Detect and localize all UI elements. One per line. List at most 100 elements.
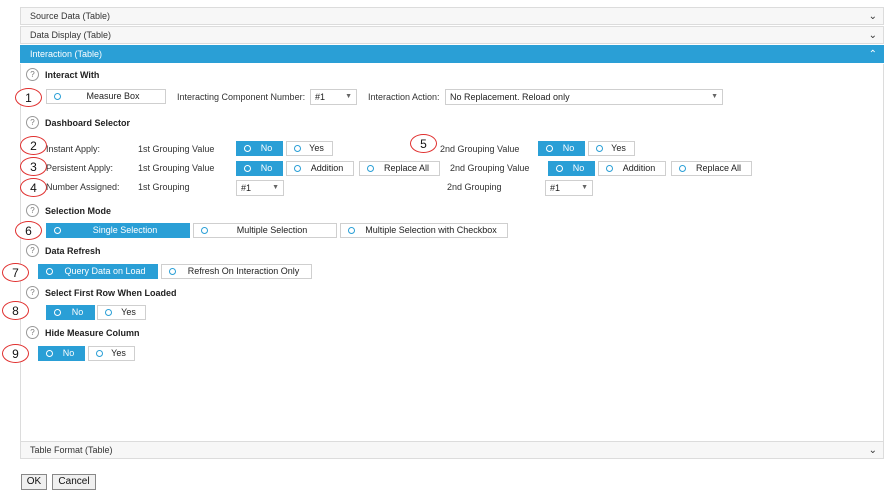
radio-icon	[46, 350, 53, 357]
help-icon[interactable]: ?	[26, 244, 39, 257]
option-label: Yes	[121, 307, 136, 317]
panel-data-display[interactable]: Data Display (Table) ⌄	[20, 26, 884, 44]
persistent-apply-g2-no[interactable]: No	[548, 161, 595, 176]
radio-icon	[367, 165, 374, 172]
radio-icon	[679, 165, 686, 172]
interaction-action-label: Interaction Action:	[368, 92, 440, 102]
radio-icon	[546, 145, 553, 152]
number-assigned-g2-label: 2nd Grouping	[447, 182, 502, 192]
section-title-interact-with: Interact With	[45, 70, 100, 80]
instant-apply-g1-label: 1st Grouping Value	[138, 144, 215, 154]
callout-1: 1	[15, 88, 42, 107]
help-icon[interactable]: ?	[26, 68, 39, 81]
panel-data-display-label: Data Display (Table)	[30, 30, 112, 40]
callout-7: 7	[2, 263, 29, 282]
instant-apply-g1-no[interactable]: No	[236, 141, 283, 156]
persistent-apply-g1-addition[interactable]: Addition	[286, 161, 354, 176]
option-label: Replace All	[695, 163, 742, 173]
option-label: No	[260, 163, 273, 173]
refresh-on-interaction-option[interactable]: Refresh On Interaction Only	[161, 264, 312, 279]
panel-table-format[interactable]: Table Format (Table) ⌄	[20, 441, 884, 459]
interaction-action-select[interactable]: No Replacement. Reload only ▼	[445, 89, 723, 105]
interacting-component-value: #1	[315, 92, 326, 102]
help-icon[interactable]: ?	[26, 204, 39, 217]
option-label: Yes	[611, 143, 626, 153]
panel-table-format-label: Table Format (Table)	[30, 445, 113, 455]
section-title-selection-mode: Selection Mode	[45, 206, 112, 216]
panel-interaction-label: Interaction (Table)	[30, 49, 103, 59]
option-label: Addition	[622, 163, 656, 173]
caret-down-icon: ▼	[711, 93, 718, 100]
option-label: No	[62, 348, 75, 358]
radio-icon	[556, 165, 563, 172]
instant-apply-g2-yes[interactable]: Yes	[588, 141, 635, 156]
callout-6: 6	[15, 221, 42, 240]
option-label: Query Data on Load	[64, 266, 146, 276]
interacting-component-select[interactable]: #1 ▼	[310, 89, 357, 105]
cancel-button[interactable]: Cancel	[52, 474, 96, 490]
panel-source-data[interactable]: Source Data (Table) ⌄	[20, 7, 884, 25]
caret-down-icon: ▼	[272, 184, 279, 191]
query-on-load-option[interactable]: Query Data on Load	[38, 264, 158, 279]
option-label: Yes	[111, 348, 126, 358]
select-first-row-no[interactable]: No	[46, 305, 95, 320]
caret-down-icon: ▼	[345, 93, 352, 100]
persistent-apply-g1-replace-all[interactable]: Replace All	[359, 161, 440, 176]
option-label: No	[260, 143, 273, 153]
option-label: Addition	[310, 163, 344, 173]
chevron-down-icon: ⌄	[868, 11, 877, 22]
option-label: No	[572, 163, 585, 173]
option-label: No	[562, 143, 575, 153]
callout-5: 5	[410, 134, 437, 153]
panel-interaction[interactable]: Interaction (Table) ⌃	[20, 45, 884, 63]
instant-apply-g1-yes[interactable]: Yes	[286, 141, 333, 156]
radio-icon	[348, 227, 355, 234]
number-assigned-g1-label: 1st Grouping	[138, 182, 190, 192]
measure-box-option[interactable]: Measure Box	[46, 89, 166, 104]
section-title-select-first-row: Select First Row When Loaded	[45, 288, 177, 298]
number-assigned-g1-select[interactable]: #1 ▼	[236, 180, 284, 196]
interaction-action-value: No Replacement. Reload only	[450, 92, 570, 102]
select-first-row-yes[interactable]: Yes	[97, 305, 146, 320]
option-label: Yes	[309, 143, 324, 153]
ok-button[interactable]: OK	[21, 474, 47, 490]
caret-down-icon: ▼	[581, 184, 588, 191]
section-title-data-refresh: Data Refresh	[45, 246, 101, 256]
instant-apply-g2-no[interactable]: No	[538, 141, 585, 156]
persistent-apply-label: Persistent Apply:	[46, 163, 114, 173]
chevron-up-icon: ⌃	[868, 49, 877, 60]
radio-icon	[96, 350, 103, 357]
radio-icon	[169, 268, 176, 275]
multiple-selection-checkbox-option[interactable]: Multiple Selection with Checkbox	[340, 223, 508, 238]
radio-icon	[606, 165, 613, 172]
callout-4: 4	[20, 178, 47, 197]
option-label: Replace All	[383, 163, 430, 173]
option-label: Multiple Selection	[236, 225, 308, 235]
single-selection-option[interactable]: Single Selection	[46, 223, 190, 238]
multiple-selection-option[interactable]: Multiple Selection	[193, 223, 337, 238]
hide-measure-no[interactable]: No	[38, 346, 85, 361]
persistent-apply-g2-replace-all[interactable]: Replace All	[671, 161, 752, 176]
instant-apply-g2-label: 2nd Grouping Value	[440, 144, 520, 154]
chevron-down-icon: ⌄	[868, 445, 877, 456]
callout-3: 3	[20, 157, 47, 176]
hide-measure-yes[interactable]: Yes	[88, 346, 135, 361]
number-assigned-g2-value: #1	[550, 183, 561, 193]
number-assigned-g2-select[interactable]: #1 ▼	[545, 180, 593, 196]
section-title-dashboard-selector: Dashboard Selector	[45, 118, 131, 128]
persistent-apply-g2-addition[interactable]: Addition	[598, 161, 666, 176]
callout-8: 8	[2, 301, 29, 320]
measure-box-label: Measure Box	[86, 91, 140, 101]
radio-icon	[105, 309, 112, 316]
option-label: No	[71, 307, 84, 317]
option-label: Refresh On Interaction Only	[187, 266, 300, 276]
callout-2: 2	[20, 136, 47, 155]
help-icon[interactable]: ?	[26, 116, 39, 129]
help-icon[interactable]: ?	[26, 286, 39, 299]
help-icon[interactable]: ?	[26, 326, 39, 339]
instant-apply-label: Instant Apply:	[46, 144, 101, 154]
persistent-apply-g1-no[interactable]: No	[236, 161, 283, 176]
callout-9: 9	[2, 344, 29, 363]
chevron-down-icon: ⌄	[868, 30, 877, 41]
radio-icon	[54, 93, 61, 100]
